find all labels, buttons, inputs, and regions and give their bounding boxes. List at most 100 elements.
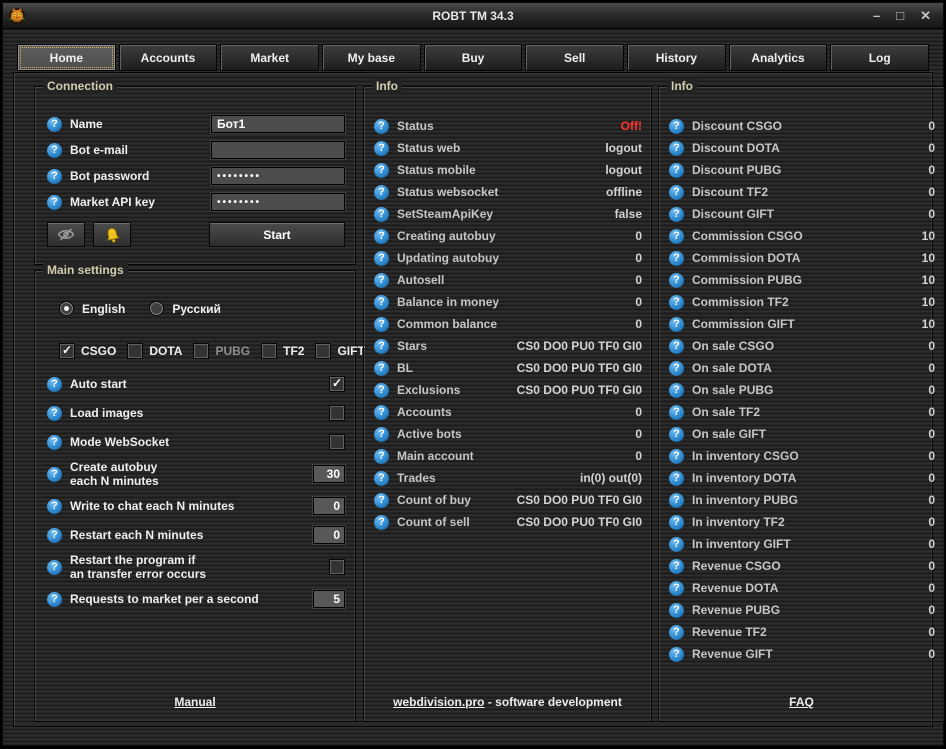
help-icon[interactable]: ? xyxy=(374,229,389,244)
help-icon[interactable]: ? xyxy=(374,317,389,332)
help-icon[interactable]: ? xyxy=(669,559,684,574)
help-icon[interactable]: ? xyxy=(374,119,389,134)
tab-buy[interactable]: Buy xyxy=(424,44,523,71)
help-icon[interactable]: ? xyxy=(374,361,389,376)
help-icon[interactable]: ? xyxy=(669,295,684,310)
help-icon[interactable]: ? xyxy=(669,229,684,244)
language-option-русский[interactable]: Русский xyxy=(149,301,221,316)
close-icon[interactable]: ✕ xyxy=(920,8,931,24)
help-icon[interactable]: ? xyxy=(669,251,684,266)
help-icon[interactable]: ? xyxy=(669,361,684,376)
help-icon[interactable]: ? xyxy=(374,207,389,222)
help-icon[interactable]: ? xyxy=(47,435,62,450)
help-icon[interactable]: ? xyxy=(669,427,684,442)
help-icon[interactable]: ? xyxy=(374,427,389,442)
checkbox-tf2[interactable]: ✓ xyxy=(261,343,277,359)
help-icon[interactable]: ? xyxy=(374,515,389,530)
help-icon[interactable]: ? xyxy=(669,405,684,420)
help-icon[interactable]: ? xyxy=(669,515,684,530)
help-icon[interactable]: ? xyxy=(669,493,684,508)
help-icon[interactable]: ? xyxy=(669,625,684,640)
name-input[interactable] xyxy=(211,115,345,133)
help-icon[interactable]: ? xyxy=(374,405,389,420)
tab-accounts[interactable]: Accounts xyxy=(119,44,218,71)
help-icon[interactable]: ? xyxy=(669,449,684,464)
help-icon[interactable]: ? xyxy=(669,141,684,156)
manual-link[interactable]: Manual xyxy=(174,695,215,709)
help-icon[interactable]: ? xyxy=(374,471,389,486)
help-icon[interactable]: ? xyxy=(47,560,62,575)
game-option-dota[interactable]: ✓DOTA xyxy=(127,343,182,359)
restart-the-program-if-checkbox[interactable]: ✓ xyxy=(329,559,345,575)
help-icon[interactable]: ? xyxy=(374,295,389,310)
help-icon[interactable]: ? xyxy=(669,317,684,332)
help-icon[interactable]: ? xyxy=(47,169,62,184)
checkbox-gift[interactable]: ✓ xyxy=(315,343,331,359)
help-icon[interactable]: ? xyxy=(47,592,62,607)
auto-start-checkbox[interactable]: ✓ xyxy=(329,376,345,392)
tab-log[interactable]: Log xyxy=(830,44,929,71)
toggle-password-visibility-button[interactable] xyxy=(47,222,85,247)
tab-my-base[interactable]: My base xyxy=(322,44,421,71)
help-icon[interactable]: ? xyxy=(669,339,684,354)
tab-analytics[interactable]: Analytics xyxy=(729,44,828,71)
help-icon[interactable]: ? xyxy=(669,185,684,200)
help-icon[interactable]: ? xyxy=(669,383,684,398)
checkbox-csgo[interactable]: ✓ xyxy=(59,343,75,359)
help-icon[interactable]: ? xyxy=(47,195,62,210)
notification-bell-button[interactable] xyxy=(93,222,131,247)
create-autobuy-input[interactable] xyxy=(313,465,345,483)
faq-link[interactable]: FAQ xyxy=(789,695,814,709)
help-icon[interactable]: ? xyxy=(669,207,684,222)
help-icon[interactable]: ? xyxy=(374,383,389,398)
checkbox-pubg[interactable]: ✓ xyxy=(193,343,209,359)
help-icon[interactable]: ? xyxy=(669,647,684,662)
game-option-csgo[interactable]: ✓CSGO xyxy=(59,343,116,359)
checkbox-dota[interactable]: ✓ xyxy=(127,343,143,359)
help-icon[interactable]: ? xyxy=(374,185,389,200)
help-icon[interactable]: ? xyxy=(374,163,389,178)
help-icon[interactable]: ? xyxy=(374,141,389,156)
language-option-english[interactable]: English xyxy=(59,301,125,316)
radio-english[interactable] xyxy=(59,301,74,316)
help-icon[interactable]: ? xyxy=(47,406,62,421)
maximize-icon[interactable]: □ xyxy=(896,8,904,24)
help-icon[interactable]: ? xyxy=(669,581,684,596)
help-icon[interactable]: ? xyxy=(47,117,62,132)
tab-home[interactable]: Home xyxy=(17,44,116,71)
bot-password-input[interactable] xyxy=(211,167,345,185)
minimize-icon[interactable]: – xyxy=(873,8,880,24)
help-icon[interactable]: ? xyxy=(374,449,389,464)
game-option-tf2[interactable]: ✓TF2 xyxy=(261,343,304,359)
game-option-pubg[interactable]: ✓PUBG xyxy=(193,343,250,359)
restart-each-n-minutes-input[interactable] xyxy=(313,526,345,544)
mode-websocket-checkbox[interactable]: ✓ xyxy=(329,434,345,450)
requests-to-market-per-a-second-input[interactable] xyxy=(313,590,345,608)
help-icon[interactable]: ? xyxy=(669,603,684,618)
game-option-gift[interactable]: ✓GIFT xyxy=(315,343,364,359)
radio-русский[interactable] xyxy=(149,301,164,316)
help-icon[interactable]: ? xyxy=(47,377,62,392)
tab-history[interactable]: History xyxy=(627,44,726,71)
help-icon[interactable]: ? xyxy=(669,537,684,552)
tab-market[interactable]: Market xyxy=(220,44,319,71)
help-icon[interactable]: ? xyxy=(47,467,62,482)
help-icon[interactable]: ? xyxy=(47,143,62,158)
start-button[interactable]: Start xyxy=(209,222,345,247)
help-icon[interactable]: ? xyxy=(374,273,389,288)
market-api-key-input[interactable] xyxy=(211,193,345,211)
help-icon[interactable]: ? xyxy=(669,273,684,288)
help-icon[interactable]: ? xyxy=(669,163,684,178)
help-icon[interactable]: ? xyxy=(47,528,62,543)
help-icon[interactable]: ? xyxy=(47,499,62,514)
webdivision-link[interactable]: webdivision.pro xyxy=(393,695,484,709)
help-icon[interactable]: ? xyxy=(374,339,389,354)
help-icon[interactable]: ? xyxy=(374,251,389,266)
tab-sell[interactable]: Sell xyxy=(525,44,624,71)
bot-e-mail-input[interactable] xyxy=(211,141,345,159)
load-images-checkbox[interactable]: ✓ xyxy=(329,405,345,421)
help-icon[interactable]: ? xyxy=(669,119,684,134)
write-to-chat-each-n-minutes-input[interactable] xyxy=(313,497,345,515)
help-icon[interactable]: ? xyxy=(669,471,684,486)
help-icon[interactable]: ? xyxy=(374,493,389,508)
